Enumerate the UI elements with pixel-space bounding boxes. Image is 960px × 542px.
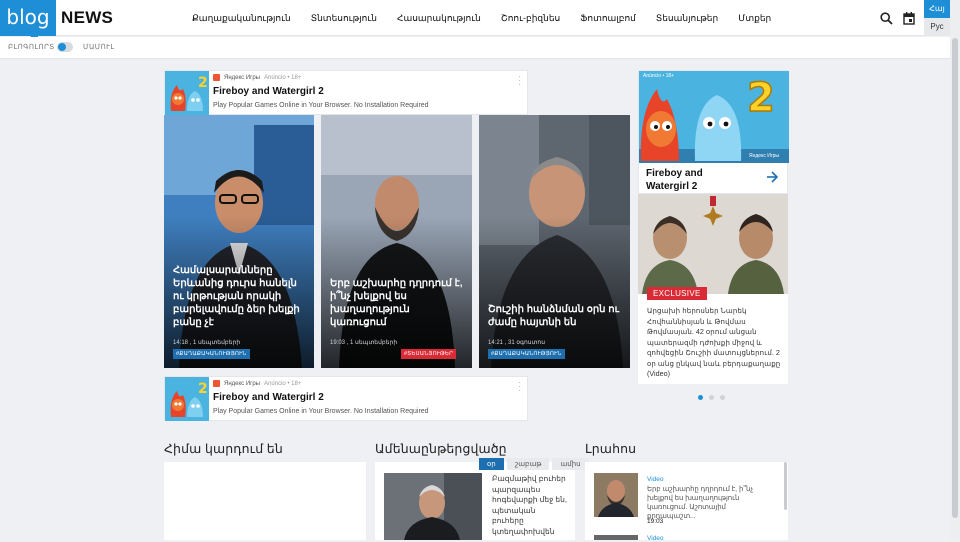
featured-headline-2[interactable]: Երբ աշխարհը դղրդում է, ի՞նչ խելքով ես խա… — [330, 277, 464, 329]
sidebar-ad-image: 2 — [639, 71, 789, 163]
featured-tag-2[interactable]: #ՏԵՍԱՆՅՈՒԹԵՐ — [401, 349, 457, 359]
exclusive-badge[interactable]: EXCLUSIVE — [647, 287, 707, 300]
page-scrollbar-thumb[interactable] — [952, 38, 958, 518]
carousel-dot-1[interactable] — [698, 395, 703, 400]
ad-game-thumbnail: 2 — [165, 377, 209, 421]
carousel-dot-3[interactable] — [720, 395, 725, 400]
lang-russian[interactable]: Рус — [924, 18, 950, 36]
ad-menu-icon[interactable]: · · · — [518, 379, 521, 395]
nav-item-photoalbum[interactable]: Ֆոտոալբոմ — [580, 13, 636, 24]
nav-item-videos[interactable]: Տեսանյութեր — [656, 13, 718, 24]
language-switcher: Հայ Рус — [924, 0, 950, 36]
featured-tag-3[interactable]: #ՔԱՂԱՔԱԿԱՆՈՒԹՅՈՒՆ — [488, 349, 565, 359]
featured-meta-3: 14:21 , 31 օգոստոս — [488, 340, 546, 346]
live-item-category[interactable]: Video — [647, 476, 664, 483]
exclusive-text[interactable]: Արցախի հերոսներ Նարեկ Հովհաննիսյան և Թով… — [647, 306, 782, 380]
sidebar-ad[interactable]: 2 Anúncio • 18+ Яндекс Игры Fireboy and … — [638, 70, 789, 194]
exclusive-card[interactable]: EXCLUSIVE Արցախի հերոսներ Նարեկ Հովհաննի… — [638, 194, 788, 384]
featured-card-1[interactable]: Համալսարանները Երևանից դուրս հանելն ու կ… — [164, 115, 314, 368]
featured-card-2[interactable]: Երբ աշխարհը դղրդում է, ի՞նչ խելքով ես խա… — [321, 115, 472, 368]
calendar-icon[interactable] — [900, 9, 918, 27]
most-viewed-item-text[interactable]: Բազմաթիվ բուհեր պարզապես հոգեվարքի մեջ ե… — [492, 474, 568, 537]
ad-banner-top[interactable]: 2 Яндекс Игры Anúncio • 18+ Fireboy and W… — [164, 70, 528, 115]
section-title-most-viewed: Ամենաընթերցվածը — [375, 442, 507, 456]
nav-item-opinions[interactable]: Մտքեր — [738, 13, 771, 24]
tab-month[interactable]: ամիս — [552, 458, 589, 470]
top-header: blog NEWS Քաղաքականություն Տնտեսություն … — [0, 0, 960, 43]
ad-description: Play Popular Games Online in Your Browse… — [213, 408, 429, 415]
live-feed-scrollbar[interactable] — [784, 462, 787, 510]
ad-label: Anúncio • 18+ — [264, 380, 302, 387]
sidebar-ad-title[interactable]: Fireboy and Watergirl 2 — [646, 167, 746, 193]
sidebar-ad-label: Anúncio • 18+ — [643, 73, 675, 79]
ad-source-name: Яндекс Игры — [224, 74, 260, 81]
carousel-dot-2[interactable] — [709, 395, 714, 400]
ad-source: Яндекс Игры Anúncio • 18+ — [213, 74, 301, 81]
logo-news: NEWS — [61, 8, 114, 27]
featured-tag-1[interactable]: #ՔԱՂԱՔԱԿԱՆՈՒԹՅՈՒՆ — [173, 349, 250, 359]
svg-text:2: 2 — [747, 75, 775, 121]
ad-label: Anúncio • 18+ — [264, 74, 302, 81]
live-item-thumbnail — [594, 473, 638, 517]
press-label[interactable]: ՄԱՄՈՒԼ — [83, 43, 114, 51]
most-viewed-tabs: օր շաբաթ ամիս — [479, 458, 589, 470]
ad-source-name: Яндекс Игры — [224, 380, 260, 387]
most-viewed-thumbnail[interactable] — [384, 473, 482, 540]
section-toggle[interactable] — [57, 42, 73, 52]
blogosphere-label[interactable]: ԲԼՈԳՈԼՈՐՏ — [8, 43, 55, 51]
ad-title[interactable]: Fireboy and Watergirl 2 — [213, 392, 324, 403]
main-nav: Քաղաքականություն Տնտեսություն Հասարակութ… — [192, 0, 771, 36]
exclusive-image — [638, 194, 788, 294]
yandex-icon — [213, 380, 220, 387]
ad-source: Яндекс Игры Anúncio • 18+ — [213, 380, 301, 387]
featured-card-3[interactable]: Շուշիի հանձնման օրն ու ժամը հայտնի են 14… — [479, 115, 630, 368]
featured-meta-2: 19:03 , 1 սեպտեմբերի — [330, 340, 398, 346]
tab-day[interactable]: օր — [479, 458, 504, 470]
nav-item-society[interactable]: Հասարակություն — [397, 13, 481, 24]
ad-banner-bottom[interactable]: 2 Яндекс Игры Anúncio • 18+ Fireboy and W… — [164, 376, 528, 421]
logo-blog: blog — [0, 0, 56, 43]
site-logo[interactable]: blog NEWS — [0, 0, 114, 43]
search-icon[interactable] — [877, 9, 895, 27]
live-item-category[interactable]: Video — [647, 535, 664, 542]
svg-text:2: 2 — [198, 75, 208, 91]
now-reading-panel — [164, 462, 366, 540]
most-viewed-panel: Բազմաթիվ բուհեր պարզապես հոգեվարքի մեջ ե… — [375, 462, 575, 540]
featured-headline-1[interactable]: Համալսարանները Երևանից դուրս հանելն ու կ… — [173, 264, 306, 329]
live-item-2[interactable]: Video — [594, 535, 782, 542]
ad-menu-icon[interactable]: · · · — [518, 73, 521, 89]
nav-item-politics[interactable]: Քաղաքականություն — [192, 13, 291, 24]
yandex-icon — [213, 74, 220, 81]
featured-meta-1: 14:18 , 1 սեպտեմբերի — [173, 340, 241, 346]
nav-item-showbiz[interactable]: Շոու-բիզնես — [501, 13, 560, 24]
live-item-thumbnail — [594, 535, 638, 540]
tab-week[interactable]: շաբաթ — [506, 458, 550, 470]
live-item-1[interactable]: Video Երբ աշխարհը դղրդում է, ի՞նչ խելքով… — [594, 473, 782, 531]
svg-text:2: 2 — [198, 381, 208, 397]
featured-headline-3[interactable]: Շուշիի հանձնման օրն ու ժամը հայտնի են — [488, 303, 622, 329]
live-item-text[interactable]: Երբ աշխարհը դղրդում է, ի՞նչ խելքով ես խա… — [647, 485, 775, 521]
sub-header: ԲԼՈԳՈԼՈՐՏ ՄԱՄՈՒԼ — [0, 37, 950, 59]
ad-description: Play Popular Games Online in Your Browse… — [213, 102, 429, 109]
arrow-right-icon[interactable] — [766, 171, 779, 186]
sidebar-ad-source: Яндекс Игры — [749, 153, 779, 159]
nav-item-economy[interactable]: Տնտեսություն — [311, 13, 377, 24]
ad-title[interactable]: Fireboy and Watergirl 2 — [213, 86, 324, 97]
section-title-live: Լրահոս — [585, 442, 637, 456]
section-title-now-reading: Հիմա կարդում են — [164, 442, 283, 456]
carousel-dots — [698, 395, 725, 400]
lang-armenian[interactable]: Հայ — [924, 0, 950, 18]
live-item-time: 19:03 — [647, 518, 664, 525]
ad-game-thumbnail: 2 — [165, 71, 209, 115]
